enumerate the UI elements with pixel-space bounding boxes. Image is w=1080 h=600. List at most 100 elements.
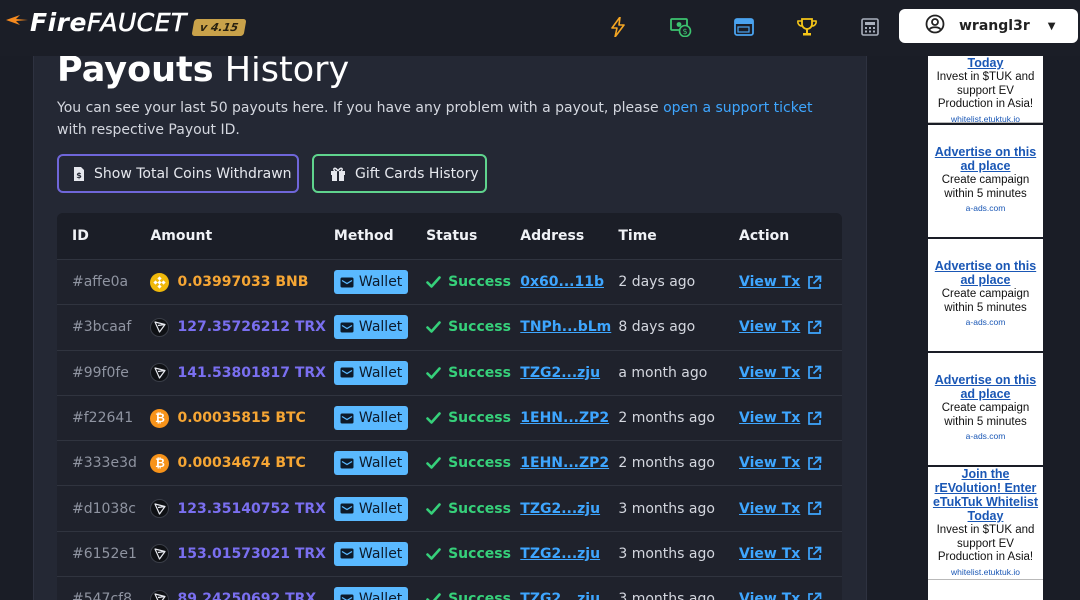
payout-id: #f22641: [72, 410, 134, 427]
wallet-badge: Wallet: [333, 541, 409, 566]
method-cell: Wallet: [333, 360, 426, 385]
view-tx-link[interactable]: View Tx: [739, 591, 822, 600]
view-tx-link[interactable]: View Tx: [739, 274, 822, 290]
payout-time: 2 months ago: [618, 410, 715, 427]
action-cell: View Tx: [739, 410, 842, 426]
user-circle-icon: [925, 14, 945, 38]
table-row: #d1038c 123.35140752 TRX Wallet Success …: [57, 485, 842, 530]
address-cell: TNPh...bLm: [520, 319, 618, 335]
status-badge: Success: [426, 591, 511, 600]
gift-cards-history-button[interactable]: Gift Cards History: [312, 154, 487, 193]
payout-time: 8 days ago: [618, 319, 696, 336]
svg-text:$: $: [682, 27, 687, 36]
status-cell: Success: [426, 591, 520, 600]
wallet-icon: [340, 503, 354, 514]
ad-banner[interactable]: Today Invest in $TUK and support EV Prod…: [928, 56, 1043, 124]
payout-address-link[interactable]: TNPh...bLm: [520, 319, 611, 335]
amount-cell: 127.35726212 TRX: [150, 317, 333, 337]
amount-cell: 141.53801817 TRX: [150, 363, 333, 383]
payout-time: 2 days ago: [618, 274, 696, 291]
action-cell: View Tx: [739, 501, 842, 517]
view-tx-link[interactable]: View Tx: [739, 410, 822, 426]
wallet-icon: [340, 277, 354, 288]
ad-divider: [928, 351, 1043, 353]
payout-address-link[interactable]: 1EHN...ZP2: [520, 455, 609, 471]
method-cell: Wallet: [333, 270, 426, 295]
payout-id: #547cf8: [72, 591, 132, 600]
calculator-icon[interactable]: [838, 14, 901, 40]
external-link-icon: [807, 546, 822, 561]
check-icon: [426, 593, 441, 600]
status-cell: Success: [426, 274, 520, 290]
username: wrangl3r: [959, 18, 1030, 34]
wallet-badge: Wallet: [333, 406, 409, 431]
status-cell: Success: [426, 319, 520, 335]
trx-coin-icon: [150, 317, 170, 337]
btc-coin-icon: ₿: [150, 453, 170, 473]
payout-id: #3bcaaf: [72, 319, 132, 336]
payout-id: #affe0a: [72, 274, 129, 291]
version-badge: v 4.15: [191, 19, 247, 36]
status-cell: Success: [426, 410, 520, 426]
payout-amount: 127.35726212 TRX: [177, 319, 326, 336]
trx-coin-icon: [150, 544, 170, 564]
external-link-icon: [807, 320, 822, 335]
trophy-icon[interactable]: [775, 14, 838, 40]
payout-address-link[interactable]: TZG2...zju: [520, 501, 600, 517]
wallet-icon: [340, 548, 354, 559]
view-tx-link[interactable]: View Tx: [739, 365, 822, 381]
firefaucet-logo[interactable]: FireFAUCET v 4.15: [6, 8, 247, 38]
check-icon: [426, 366, 441, 379]
col-header-method: Method: [333, 228, 394, 244]
amount-cell: 123.35140752 TRX: [150, 499, 333, 519]
payout-address-link[interactable]: TZG2...zju: [520, 591, 600, 600]
ad-banner[interactable]: Advertise on this ad place Create campai…: [928, 259, 1043, 353]
view-tx-link[interactable]: View Tx: [739, 319, 822, 335]
lightning-icon[interactable]: [586, 14, 649, 40]
action-cell: View Tx: [739, 274, 842, 290]
logo-fire-text: Fire: [30, 8, 87, 37]
browser-icon[interactable]: [712, 14, 775, 40]
address-cell: TZG2...zju: [520, 546, 618, 562]
address-cell: 1EHN...ZP2: [520, 410, 618, 426]
payout-id: #99f0fe: [72, 364, 129, 381]
payout-address-link[interactable]: 1EHN...ZP2: [520, 410, 609, 426]
wallet-badge: Wallet: [333, 451, 409, 476]
money-icon[interactable]: $: [649, 14, 712, 40]
payouts-table: ID Amount Method Status Address Time Act…: [57, 213, 842, 600]
payout-id: #6152e1: [72, 545, 137, 562]
ad-banner[interactable]: Join the rEVolution! Enter eTukTuk White…: [928, 466, 1043, 580]
table-row: #3bcaaf 127.35726212 TRX Wallet Success …: [57, 304, 842, 349]
col-header-action: Action: [739, 228, 790, 244]
ad-banner[interactable]: Advertise on this ad place Create campai…: [928, 145, 1043, 239]
table-header: ID Amount Method Status Address Time Act…: [57, 213, 842, 259]
action-cell: View Tx: [739, 591, 842, 600]
ad-divider: [928, 123, 1043, 125]
wallet-badge: Wallet: [333, 270, 409, 295]
view-tx-link[interactable]: View Tx: [739, 501, 822, 517]
external-link-icon: [807, 411, 822, 426]
wallet-icon: [340, 594, 354, 600]
table-row: #99f0fe 141.53801817 TRX Wallet Success …: [57, 349, 842, 395]
address-cell: TZG2...zju: [520, 591, 618, 600]
view-tx-link[interactable]: View Tx: [739, 546, 822, 562]
wallet-icon: [340, 458, 354, 469]
method-cell: Wallet: [333, 406, 426, 431]
payout-address-link[interactable]: 0x60...11b: [520, 274, 604, 290]
support-ticket-link[interactable]: open a support ticket: [663, 100, 812, 116]
status-cell: Success: [426, 546, 520, 562]
show-total-coins-button[interactable]: $ Show Total Coins Withdrawn: [57, 154, 299, 193]
amount-cell: 0.03997033 BNB: [150, 272, 333, 292]
ad-divider: [928, 237, 1043, 239]
payout-address-link[interactable]: TZG2...zju: [520, 546, 600, 562]
col-header-id: ID: [72, 228, 89, 244]
amount-cell: ₿ 0.00035815 BTC: [150, 408, 333, 428]
col-header-status: Status: [426, 228, 478, 244]
view-tx-link[interactable]: View Tx: [739, 455, 822, 471]
ad-banner[interactable]: Advertise on this ad place Create campai…: [928, 373, 1043, 467]
payout-address-link[interactable]: TZG2...zju: [520, 365, 600, 381]
trx-coin-icon: [150, 499, 170, 519]
action-cell: View Tx: [739, 455, 842, 471]
user-menu-button[interactable]: wrangl3r ▼: [899, 9, 1078, 43]
check-icon: [426, 457, 441, 470]
